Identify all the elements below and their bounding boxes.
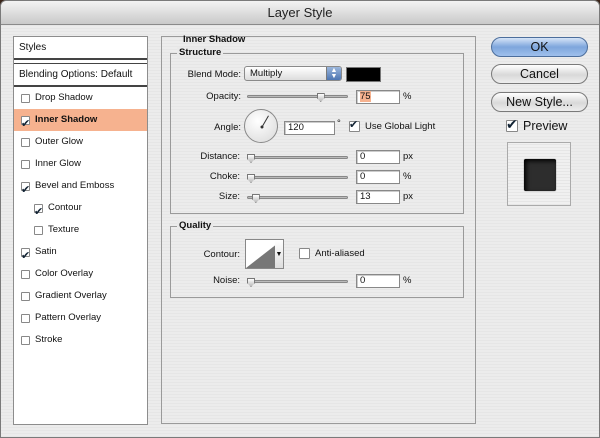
style-checkbox-pattern-overlay[interactable] [21, 313, 30, 323]
angle-input[interactable]: 120 [284, 121, 335, 135]
noise-unit: % [403, 275, 412, 286]
style-checkbox-drop-shadow[interactable] [21, 93, 30, 103]
style-item-satin[interactable]: Satin [14, 241, 147, 267]
angle-label: Angle: [214, 122, 241, 133]
preview-toggle[interactable]: Preview [506, 116, 568, 133]
cancel-button[interactable]: Cancel [491, 64, 588, 84]
distance-slider[interactable] [247, 156, 348, 159]
style-item-label: Inner Glow [35, 158, 81, 169]
style-checkbox-inner-glow[interactable] [21, 159, 30, 169]
noise-label: Noise: [213, 275, 240, 286]
opacity-slider[interactable] [247, 95, 348, 98]
style-item-gradient-overlay[interactable]: Gradient Overlay [14, 285, 147, 307]
use-global-light-label: Use Global Light [365, 121, 436, 132]
style-item-label: Texture [48, 224, 80, 235]
choke-input[interactable]: 0 [356, 170, 400, 184]
style-item-pattern-overlay[interactable]: Pattern Overlay [14, 307, 147, 329]
anti-aliased-checkbox[interactable] [299, 248, 310, 259]
shadow-color-swatch[interactable] [346, 67, 381, 82]
opacity-input[interactable]: 75 [356, 90, 400, 104]
preview-swatch [524, 159, 556, 191]
blending-options-item[interactable]: Blending Options: Default [14, 63, 147, 87]
anti-aliased[interactable]: Anti-aliased [299, 248, 365, 259]
style-checkbox-stroke[interactable] [21, 335, 30, 345]
panel-title: Inner Shadow [183, 34, 246, 45]
choke-slider[interactable] [247, 176, 348, 179]
style-items: Drop Shadow Inner Shadow Outer Glow Inner G… [14, 87, 147, 351]
noise-slider[interactable] [247, 280, 348, 283]
styles-list: Styles Blending Options: Default Drop Sh… [13, 36, 148, 425]
distance-unit: px [403, 151, 414, 162]
preview-thumbnail [507, 142, 571, 206]
styles-header[interactable]: Styles [14, 37, 147, 60]
ok-button[interactable]: OK [491, 37, 588, 57]
select-arrows-icon: ▲ ▼ [326, 67, 341, 80]
style-checkbox-gradient-overlay[interactable] [21, 291, 30, 301]
style-item-label: Bevel and Emboss [35, 180, 115, 191]
style-checkbox-inner-shadow[interactable] [21, 113, 30, 135]
quality-group [170, 226, 464, 298]
style-item-bevel-and-emboss[interactable]: Bevel and Emboss [14, 175, 147, 201]
quality-title: Quality [177, 220, 214, 231]
style-item-color-overlay[interactable]: Color Overlay [14, 263, 147, 285]
style-item-label: Satin [35, 246, 57, 257]
distance-input[interactable]: 0 [356, 150, 400, 164]
style-item-label: Stroke [35, 334, 63, 345]
anti-aliased-label: Anti-aliased [315, 248, 365, 259]
blend-mode-value: Multiply [250, 68, 283, 79]
style-item-label: Gradient Overlay [35, 290, 107, 301]
style-item-label: Contour [48, 202, 82, 213]
use-global-light[interactable]: Use Global Light [349, 118, 436, 132]
contour-dropdown-icon[interactable]: ▼ [275, 239, 284, 269]
opacity-label: Opacity: [206, 91, 241, 102]
angle-dial[interactable] [244, 109, 278, 143]
style-checkbox-contour[interactable] [34, 201, 43, 223]
angle-unit: ° [337, 118, 341, 129]
blend-mode-select[interactable]: Multiply ▲ ▼ [244, 66, 342, 81]
style-checkbox-texture[interactable] [34, 225, 43, 235]
style-item-label: Drop Shadow [35, 92, 93, 103]
opacity-unit: % [403, 91, 412, 102]
style-checkbox-color-overlay[interactable] [21, 269, 30, 279]
style-item-label: Pattern Overlay [35, 312, 101, 323]
style-checkbox-satin[interactable] [21, 245, 30, 267]
style-checkbox-bevel-and-emboss[interactable] [21, 179, 30, 201]
layer-style-dialog: Layer Style Styles Blending Options: Def… [0, 0, 600, 438]
window-title: Layer Style [1, 1, 599, 25]
choke-label: Choke: [209, 171, 240, 182]
angle-indicator-icon [260, 115, 269, 129]
size-label: Size: [218, 191, 240, 202]
preview-label: Preview [523, 119, 568, 133]
style-item-inner-glow[interactable]: Inner Glow [14, 153, 147, 175]
preview-checkbox[interactable] [506, 116, 518, 133]
size-slider[interactable] [247, 196, 348, 199]
style-checkbox-outer-glow[interactable] [21, 137, 30, 147]
use-global-light-checkbox[interactable] [349, 118, 360, 132]
style-item-inner-shadow[interactable]: Inner Shadow [14, 109, 147, 135]
structure-title: Structure [177, 47, 224, 58]
size-unit: px [403, 191, 414, 202]
new-style-button[interactable]: New Style... [491, 92, 588, 112]
noise-input[interactable]: 0 [356, 274, 400, 288]
style-item-label: Color Overlay [35, 268, 94, 279]
style-item-contour[interactable]: Contour [14, 197, 147, 223]
size-input[interactable]: 13 [356, 190, 400, 204]
blend-mode-label: Blend Mode: [187, 69, 241, 80]
style-item-stroke[interactable]: Stroke [14, 329, 147, 351]
style-item-outer-glow[interactable]: Outer Glow [14, 131, 147, 153]
style-item-label: Outer Glow [35, 136, 84, 147]
choke-unit: % [403, 171, 412, 182]
style-item-drop-shadow[interactable]: Drop Shadow [14, 87, 147, 109]
contour-label: Contour: [203, 249, 240, 260]
distance-label: Distance: [200, 151, 240, 162]
style-item-label: Inner Shadow [35, 114, 98, 125]
